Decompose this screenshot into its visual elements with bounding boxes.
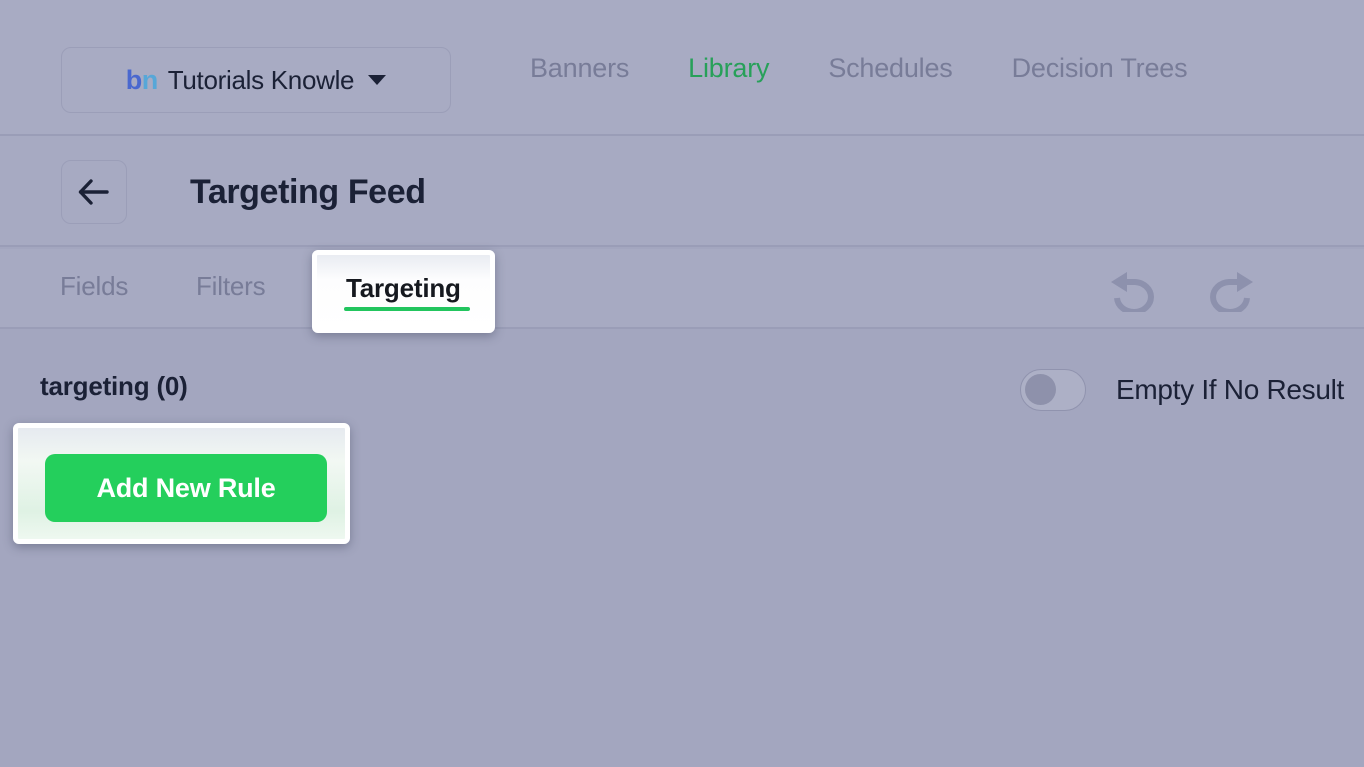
add-new-rule-button[interactable]: Add New Rule (45, 454, 327, 522)
tab-targeting[interactable]: Targeting (341, 271, 456, 310)
redo-icon[interactable] (1203, 268, 1259, 312)
workspace-switcher[interactable]: bn Tutorials Knowle (61, 47, 451, 113)
brand-logo-n: n (141, 64, 159, 95)
tab-fields[interactable]: Fields (60, 271, 128, 302)
tab-targeting-underline (339, 300, 464, 304)
nav-item-schedules[interactable]: Schedules (828, 53, 952, 84)
nav-item-decision-trees[interactable]: Decision Trees (1012, 53, 1188, 84)
targeting-section-title: targeting (0) (40, 371, 188, 401)
brand-logo-b: b (125, 64, 143, 95)
empty-if-no-result-control: Empty If No Result (1020, 369, 1344, 411)
chevron-down-icon (368, 75, 387, 85)
history-actions (1105, 268, 1259, 312)
primary-nav: Banners Library Schedules Decision Trees (530, 0, 1188, 136)
nav-item-library[interactable]: Library (688, 53, 769, 84)
empty-if-no-result-toggle[interactable] (1020, 369, 1086, 411)
undo-icon[interactable] (1105, 268, 1161, 312)
empty-if-no-result-label: Empty If No Result (1116, 374, 1345, 405)
nav-item-banners[interactable]: Banners (530, 53, 629, 84)
page-title: Targeting Feed (190, 173, 426, 211)
brand-logo: bn (125, 64, 159, 95)
tab-filters[interactable]: Filters (196, 271, 266, 302)
back-button[interactable] (61, 160, 127, 224)
arrow-left-icon (78, 179, 109, 205)
page-header: Targeting Feed (0, 136, 1364, 247)
main-content: targeting (0) Empty If No Result (0, 331, 1364, 767)
toggle-knob (1025, 374, 1056, 405)
workspace-name: Tutorials Knowle (167, 64, 355, 95)
top-navigation-bar: bn Tutorials Knowle Banners Library Sche… (0, 0, 1364, 136)
